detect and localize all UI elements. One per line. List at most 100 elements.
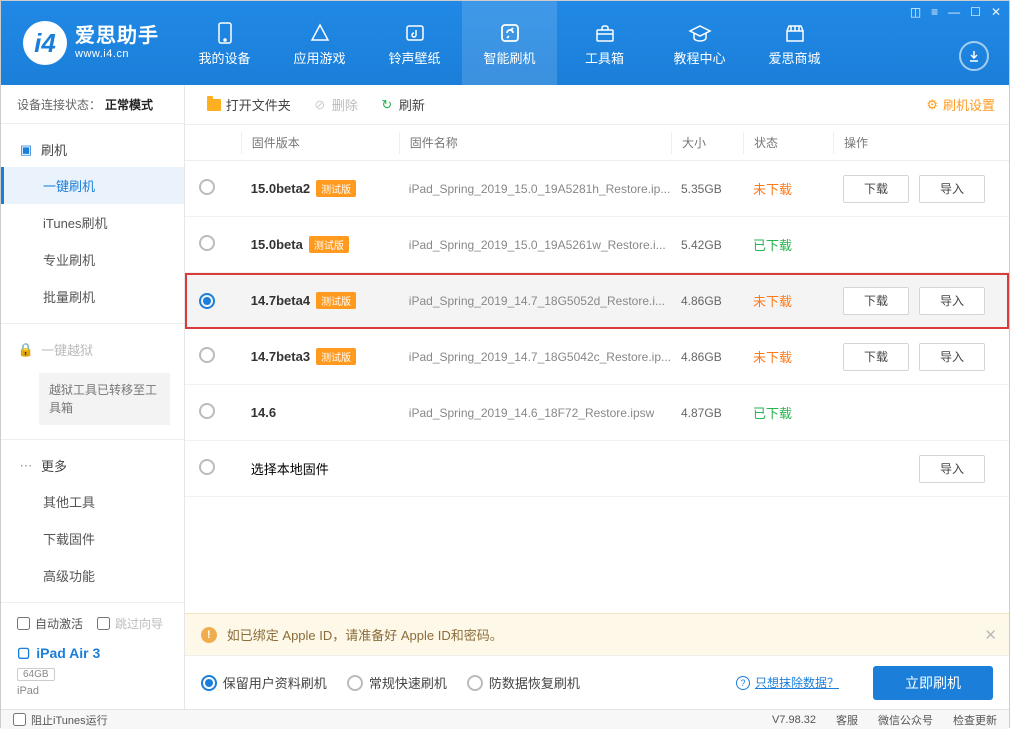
col-ops[interactable]: 操作 (833, 132, 1009, 154)
firmware-name: iPad_Spring_2019_14.6_18F72_Restore.ipsw (409, 406, 655, 420)
sidebar-item-pro[interactable]: 专业刷机 (1, 241, 184, 278)
sidebar-item-itunes[interactable]: iTunes刷机 (1, 204, 184, 241)
open-folder-button[interactable]: 打开文件夹 (199, 91, 299, 118)
sidebar-item-oneclick[interactable]: 一键刷机 (1, 167, 184, 204)
menu-icon[interactable]: ≡ (931, 5, 938, 19)
table-row[interactable]: 14.6 iPad_Spring_2019_14.6_18F72_Restore.… (185, 385, 1009, 441)
nav-tutorial[interactable]: 教程中心 (652, 1, 747, 85)
erase-only-link[interactable]: ?只想抹除数据？ (736, 674, 839, 691)
download-button[interactable]: 下载 (843, 287, 909, 315)
file-size: 4.86GB (681, 294, 722, 308)
flash-icon (497, 22, 523, 44)
sidebar-item-other[interactable]: 其他工具 (1, 483, 184, 520)
nav-ringtone[interactable]: 铃声壁纸 (367, 1, 462, 85)
file-size: 5.35GB (681, 182, 722, 196)
side-flash-header[interactable]: ▣刷机 (1, 132, 184, 167)
col-version[interactable]: 固件版本 (241, 132, 399, 154)
download-button[interactable]: 下载 (843, 343, 909, 371)
firmware-name: iPad_Spring_2019_14.7_18G5042c_Restore.i… (409, 350, 671, 364)
status-text: 未下载 (753, 347, 792, 366)
status-bar: 阻止iTunes运行 V7.98.32 客服 微信公众号 检查更新 (1, 709, 1009, 729)
table-row[interactable]: 14.7beta3测试版iPad_Spring_2019_14.7_18G504… (185, 329, 1009, 385)
import-button[interactable]: 导入 (919, 287, 985, 315)
firmware-name: iPad_Spring_2019_15.0_19A5261w_Restore.i… (409, 238, 666, 252)
auto-activate-checkbox[interactable]: 自动激活 (17, 615, 83, 632)
version-text: 14.6 (251, 405, 276, 420)
table-row[interactable]: 14.7beta4测试版iPad_Spring_2019_14.7_18G505… (185, 273, 1009, 329)
window-controls: ◫ ≡ — ☐ ✕ (910, 5, 1001, 19)
table-row[interactable]: 15.0beta2测试版iPad_Spring_2019_15.0_19A528… (185, 161, 1009, 217)
apps-icon (307, 22, 333, 44)
opt-normal[interactable]: 常规快速刷机 (347, 673, 447, 692)
nav-flash[interactable]: 智能刷机 (462, 1, 557, 85)
refresh-icon: ↻ (380, 98, 394, 112)
col-name[interactable]: 固件名称 (399, 132, 671, 154)
side-more-header[interactable]: ⋯更多 (1, 448, 184, 483)
row-radio[interactable] (199, 179, 215, 195)
skip-guide-checkbox[interactable]: 跳过向导 (97, 615, 163, 632)
toolbox-icon (592, 22, 618, 44)
row-radio[interactable] (199, 403, 215, 419)
table-row[interactable]: 15.0beta测试版iPad_Spring_2019_15.0_19A5261… (185, 217, 1009, 273)
nav-tools[interactable]: 工具箱 (557, 1, 652, 85)
flash-now-button[interactable]: 立即刷机 (873, 666, 993, 700)
sidebar-item-batch[interactable]: 批量刷机 (1, 278, 184, 315)
brand-url: www.i4.cn (75, 48, 159, 61)
wechat-link[interactable]: 微信公众号 (878, 712, 933, 728)
minimize-icon[interactable]: — (948, 5, 960, 19)
firmware-list: 15.0beta2测试版iPad_Spring_2019_15.0_19A528… (185, 161, 1009, 613)
local-firmware-row[interactable]: 选择本地固件 导入 (185, 441, 1009, 497)
status-text: 已下载 (753, 403, 792, 422)
beta-tag: 测试版 (309, 236, 349, 253)
logo[interactable]: i4 爱思助手 www.i4.cn (1, 1, 177, 85)
col-size[interactable]: 大小 (671, 132, 743, 154)
firmware-name: iPad_Spring_2019_15.0_19A5281h_Restore.i… (409, 182, 671, 196)
version-text: 14.7beta4 (251, 293, 310, 308)
opt-keep-data[interactable]: 保留用户资料刷机 (201, 673, 327, 692)
nav-apps[interactable]: 应用游戏 (272, 1, 367, 85)
col-status[interactable]: 状态 (743, 132, 833, 154)
block-itunes-checkbox[interactable]: 阻止iTunes运行 (13, 712, 108, 728)
device-type: iPad (17, 685, 168, 697)
nav-my-device[interactable]: 我的设备 (177, 1, 272, 85)
lock-icon: 🔒 (19, 343, 33, 357)
firmware-name: iPad_Spring_2019_14.7_18G5052d_Restore.i… (409, 294, 665, 308)
store-icon (782, 22, 808, 44)
flash-options: 保留用户资料刷机 常规快速刷机 防数据恢复刷机 ?只想抹除数据？ 立即刷机 (185, 655, 1009, 709)
status-text: 已下载 (753, 235, 792, 254)
row-radio[interactable] (199, 347, 215, 363)
beta-tag: 测试版 (316, 180, 356, 197)
status-text: 未下载 (753, 179, 792, 198)
service-link[interactable]: 客服 (836, 712, 858, 728)
close-icon[interactable]: ✕ (984, 626, 997, 644)
row-radio[interactable] (199, 293, 215, 309)
table-header: 固件版本 固件名称 大小 状态 操作 (185, 125, 1009, 161)
file-size: 5.42GB (681, 238, 722, 252)
row-radio[interactable] (199, 459, 215, 475)
import-button[interactable]: 导入 (919, 455, 985, 483)
opt-anti-recover[interactable]: 防数据恢复刷机 (467, 673, 580, 692)
main-nav: 我的设备 应用游戏 铃声壁纸 智能刷机 工具箱 教程中心 爱思商城 (177, 1, 1009, 85)
import-button[interactable]: 导入 (919, 343, 985, 371)
sidebar-bottom: 自动激活 跳过向导 ▢iPad Air 3 64GB iPad (1, 602, 184, 709)
delete-button[interactable]: ⊘删除 (305, 91, 366, 118)
nav-store[interactable]: 爱思商城 (747, 1, 842, 85)
import-button[interactable]: 导入 (919, 175, 985, 203)
flash-small-icon: ▣ (19, 143, 33, 157)
download-center-icon[interactable] (959, 41, 989, 71)
sidebar-item-advanced[interactable]: 高级功能 (1, 557, 184, 594)
close-icon[interactable]: ✕ (991, 5, 1001, 19)
side-jailbreak-header: 🔒一键越狱 (1, 332, 184, 367)
flash-settings-button[interactable]: ⚙刷机设置 (926, 95, 995, 114)
download-button[interactable]: 下载 (843, 175, 909, 203)
sidebar-item-download-fw[interactable]: 下载固件 (1, 520, 184, 557)
local-fw-label: 选择本地固件 (251, 459, 329, 478)
tshirt-icon[interactable]: ◫ (910, 5, 921, 19)
update-link[interactable]: 检查更新 (953, 712, 997, 728)
refresh-button[interactable]: ↻刷新 (372, 91, 433, 118)
jailbreak-note: 越狱工具已转移至工具箱 (39, 373, 170, 425)
more-icon: ⋯ (19, 459, 33, 473)
row-radio[interactable] (199, 235, 215, 251)
device-name[interactable]: ▢iPad Air 3 (17, 644, 168, 661)
maximize-icon[interactable]: ☐ (970, 5, 981, 19)
